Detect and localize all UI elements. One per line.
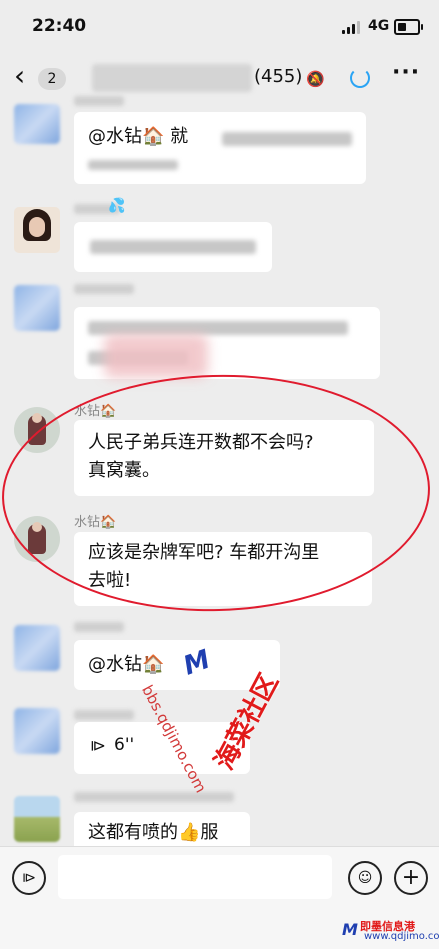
voice-wave-icon: ⧐ [90, 736, 106, 755]
battery-icon [394, 19, 423, 35]
message-text: 人民子弟兵连开数都不会吗? [88, 432, 314, 453]
message-bubble[interactable]: 应该是杂牌军吧? 车都开沟里 去啦! [74, 532, 372, 606]
status-time: 22:40 [32, 16, 87, 36]
message-bubble[interactable]: 这都有喷的👍服 [74, 812, 250, 846]
blurred-text [90, 240, 256, 254]
message-bubble[interactable]: @水钻🏠 就 [74, 112, 366, 184]
more-icon[interactable]: ··· [392, 60, 420, 85]
message-text: 去啦! [88, 570, 132, 591]
emoji-icon[interactable]: ☺ [348, 861, 382, 895]
ring-icon[interactable] [350, 68, 370, 88]
message-text: 应该是杂牌军吧? 车都开沟里 [88, 542, 320, 563]
sender-name-blurred [74, 622, 124, 632]
sender-name: 水钻🏠 [74, 515, 117, 530]
group-title-blurred [92, 64, 252, 92]
sender-name: 水钻🏠 [74, 404, 117, 419]
plus-icon[interactable]: + [394, 861, 428, 895]
footer-watermark-logo: M [342, 920, 358, 939]
avatar[interactable] [14, 207, 60, 253]
message-input[interactable] [58, 855, 332, 899]
avatar[interactable] [14, 708, 60, 754]
mute-bell-icon: 🔕 [306, 70, 325, 88]
message-text: 真窝囊。 [88, 460, 160, 481]
voice-duration: 6'' [114, 735, 135, 755]
signal-icon [342, 20, 364, 34]
sweat-emoji-icon: 💦 [108, 198, 126, 214]
avatar[interactable] [14, 104, 60, 144]
status-bar: 22:40 4G [0, 0, 439, 52]
footer-watermark-url: www.qdjimo.com [364, 931, 439, 942]
message-text: @水钻🏠 就 [88, 126, 189, 147]
member-count: (455) [254, 66, 303, 87]
message-bubble[interactable]: 人民子弟兵连开数都不会吗? 真窝囊。 [74, 420, 374, 496]
sender-name-blurred [74, 284, 134, 294]
avatar[interactable] [14, 285, 60, 331]
sender-name-blurred [74, 96, 124, 106]
chat-header: ‹ 2 (455) 🔕 ··· [0, 52, 439, 104]
avatar[interactable] [14, 625, 60, 671]
blurred-text [88, 160, 178, 170]
blurred-text [88, 321, 348, 335]
unread-badge[interactable]: 2 [38, 68, 66, 90]
message-text: @水钻🏠 [88, 654, 165, 675]
pink-blur-patch [104, 334, 208, 378]
chevron-left-icon[interactable]: ‹ [14, 62, 25, 90]
sender-name-blurred [74, 710, 134, 720]
network-type: 4G [368, 18, 390, 34]
message-bubble[interactable] [74, 222, 272, 272]
sender-name-blurred [74, 792, 234, 802]
message-bubble[interactable]: @水钻🏠 [74, 640, 280, 690]
avatar[interactable] [14, 407, 60, 453]
avatar[interactable] [14, 796, 60, 842]
footer-watermark: M 即墨信息港 www.qdjimo.com [340, 918, 439, 944]
avatar[interactable] [14, 516, 60, 562]
blurred-text [222, 132, 352, 146]
voice-icon[interactable]: ⧐ [12, 861, 46, 895]
message-text: 这都有喷的👍服 [88, 822, 219, 843]
